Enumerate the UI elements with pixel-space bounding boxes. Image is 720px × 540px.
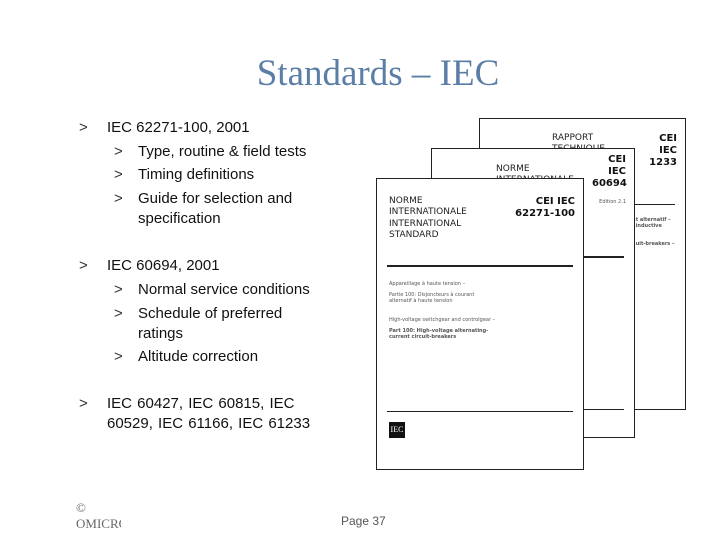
doc-code: CEI IEC 62271-100 bbox=[515, 196, 575, 219]
iec-logo: IEC bbox=[389, 422, 405, 438]
bullet-marker: > bbox=[79, 257, 88, 274]
doc-text: Part 100: High-voltage alternating-curre… bbox=[389, 328, 489, 340]
doc-heading: NORME INTERNATIONALE bbox=[389, 196, 467, 217]
sub-bullet: > Normal service conditions bbox=[114, 280, 310, 300]
bullet-text: Timing definitions bbox=[138, 166, 255, 183]
doc-text: Appareillage à haute tension – bbox=[389, 281, 466, 287]
bullet-marker: > bbox=[114, 348, 123, 365]
doc-edition: Edition 2.1 bbox=[599, 199, 626, 205]
bullet-2: > IEC 60694, 2001 bbox=[79, 256, 220, 276]
doc-text: Partie 100: Disjoncteurs à courant alter… bbox=[389, 292, 475, 304]
bullet-marker: > bbox=[114, 143, 123, 160]
copyright: © OMICRON bbox=[76, 500, 121, 531]
bullet-text: IEC 62271-100, 2001 bbox=[107, 119, 250, 136]
bullet-marker: > bbox=[114, 166, 123, 183]
bullet-marker: > bbox=[114, 305, 123, 322]
sub-bullet: > Altitude correction bbox=[114, 347, 259, 367]
doc-snippet: ...t alternatif – ...inductive bbox=[630, 217, 671, 229]
page-number: Page 37 bbox=[341, 514, 386, 528]
bullet-text: Type, routine & field tests bbox=[138, 143, 307, 160]
bullet-text: IEC 60694, 2001 bbox=[107, 257, 220, 274]
doc-snippet: ...uit-breakers – bbox=[630, 241, 675, 247]
bullet-1: > IEC 62271-100, 2001 bbox=[79, 118, 250, 138]
doc-heading: INTERNATIONAL STANDARD bbox=[389, 219, 462, 240]
doc-text: High-voltage switchgear and controlgear … bbox=[389, 317, 496, 323]
bullet-marker: > bbox=[79, 119, 88, 136]
bullet-text: Altitude correction bbox=[138, 348, 259, 365]
bullet-marker: > bbox=[79, 395, 88, 412]
document-cover-iec-62271-100: NORME INTERNATIONALE INTERNATIONAL STAND… bbox=[376, 178, 584, 470]
bullet-text: Guide for selection and specification bbox=[138, 190, 293, 227]
bullet-3: > IEC 60427, IEC 60815, IEC 60529, IEC 61… bbox=[79, 394, 332, 433]
bullet-marker: > bbox=[114, 190, 123, 207]
sub-bullet: > Timing definitions bbox=[114, 165, 255, 185]
doc-code: CEI IEC 60694 bbox=[592, 154, 627, 189]
bullet-marker: > bbox=[114, 281, 123, 298]
slide-title: Standards – IEC bbox=[256, 53, 500, 94]
bullet-text: IEC 60427, IEC 60815, IEC 60529, IEC 611… bbox=[107, 395, 311, 432]
doc-code: CEI IEC 1233 bbox=[649, 133, 677, 168]
bullet-text: Normal service conditions bbox=[138, 281, 310, 298]
sub-bullet: > Schedule of preferred ratings bbox=[114, 304, 308, 343]
sub-bullet: > Type, routine & field tests bbox=[114, 142, 307, 162]
bullet-text: Schedule of preferred ratings bbox=[138, 305, 283, 342]
sub-bullet: > Guide for selection and specification bbox=[114, 189, 318, 228]
